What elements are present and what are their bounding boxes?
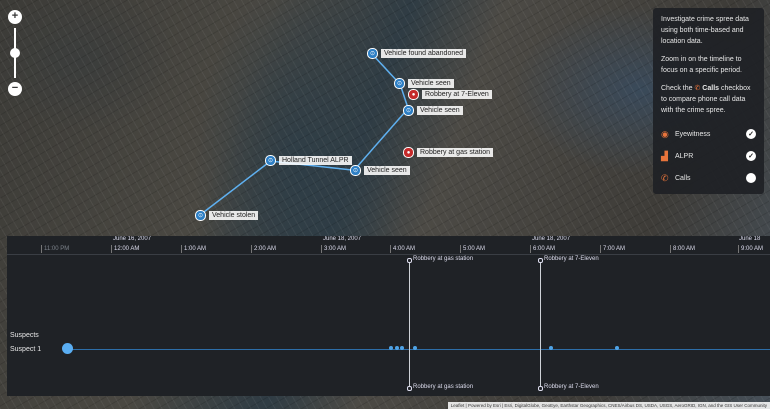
- event-label: Robbery at gas station: [406, 384, 473, 391]
- event-marker-line: [540, 259, 541, 387]
- filter-alpr[interactable]: ▟ ALPR ✓: [661, 145, 756, 167]
- marker-vehicle-found-abandoned[interactable]: ⊙ Vehicle found abandoned: [367, 48, 467, 59]
- timeline-tick: 5:00 AM: [460, 245, 485, 253]
- zoom-in-button[interactable]: +: [8, 10, 22, 24]
- alpr-checkbox[interactable]: ✓: [746, 151, 756, 161]
- timeline-tick: 4:00 AM: [390, 245, 415, 253]
- marker-label: Vehicle seen: [417, 106, 463, 115]
- timeline-date: June 18, 2007: [323, 236, 362, 242]
- timeline-event[interactable]: [395, 346, 399, 350]
- panel-check-hint: Check the ✆ Calls checkbox to compare ph…: [661, 85, 751, 114]
- zoom-slider-knob[interactable]: [10, 48, 20, 58]
- timeline-event[interactable]: [389, 346, 393, 350]
- panel-intro: Investigate crime spree data using both …: [661, 16, 749, 45]
- marker-label: Vehicle found abandoned: [381, 49, 467, 58]
- panel-zoom-hint: Zoom in on the timeline to focus on a sp…: [661, 56, 742, 74]
- calls-checkbox[interactable]: [746, 173, 756, 183]
- timeline-event[interactable]: [549, 346, 553, 350]
- marker-holland-tunnel[interactable]: ⊙ Holland Tunnel ALPR: [265, 155, 352, 166]
- lane-label[interactable]: Suspect 1: [10, 346, 41, 353]
- event-label: Robbery at gas station: [406, 256, 473, 263]
- marker-label: Robbery at gas station: [417, 148, 494, 157]
- location-pin-icon: ⊙: [350, 165, 361, 176]
- robbery-pin-icon: ●: [408, 89, 419, 100]
- timeline-date: June 16, 2007: [113, 236, 152, 242]
- event-marker-line: [409, 259, 410, 387]
- location-pin-icon: ⊙: [394, 78, 405, 89]
- timeline-event[interactable]: [413, 346, 417, 350]
- marker-robbery-7-eleven[interactable]: ● Robbery at 7-Eleven: [408, 89, 492, 100]
- marker-vehicle-seen[interactable]: ⊙ Vehicle seen: [394, 78, 454, 89]
- marker-vehicle-stolen[interactable]: ⊙ Vehicle stolen: [195, 210, 259, 221]
- timeline-lanes: Suspects Suspect 1 Robbery at gas statio…: [7, 254, 770, 396]
- timeline-tick: 1:00 AM: [181, 245, 206, 253]
- location-pin-icon: ⊙: [195, 210, 206, 221]
- robbery-pin-icon: ●: [403, 147, 414, 158]
- event-label: Robbery at 7-Eleven: [538, 384, 599, 391]
- marker-label: Vehicle seen: [408, 79, 454, 88]
- timeline-tick: 9:00 AM: [738, 245, 763, 253]
- timeline-date: June 18, 2007: [532, 236, 571, 242]
- timeline-event[interactable]: [615, 346, 619, 350]
- timeline-panel[interactable]: June 16, 2007 June 18, 2007 June 18, 200…: [7, 236, 770, 396]
- marker-label: Vehicle stolen: [209, 211, 259, 220]
- filter-label: ALPR: [675, 152, 694, 160]
- marker-vehicle-seen[interactable]: ⊙ Vehicle seen: [350, 165, 410, 176]
- map-zoom-control: + −: [8, 10, 22, 96]
- phone-icon: ✆: [661, 172, 669, 183]
- timeline-date: June 18: [739, 236, 761, 242]
- map-attribution: Leaflet | Powered by Esri | Esri, Digita…: [447, 402, 770, 409]
- timeline-tick: 2:00 AM: [251, 245, 276, 253]
- timeline-tick: 3:00 AM: [321, 245, 346, 253]
- zoom-slider[interactable]: [10, 28, 20, 78]
- info-panel: Investigate crime spree data using both …: [653, 8, 764, 194]
- timeline-event[interactable]: [400, 346, 404, 350]
- location-pin-icon: ⊙: [265, 155, 276, 166]
- route-segment: [355, 111, 406, 169]
- timeline-tick: 12:00 AM: [111, 245, 139, 253]
- eye-icon: ◉: [661, 128, 669, 139]
- event-label: Robbery at 7-Eleven: [538, 256, 599, 263]
- marker-label: Robbery at 7-Eleven: [422, 90, 492, 99]
- timeline-tick: 7:00 AM: [600, 245, 625, 253]
- timeline-event-cluster[interactable]: [62, 343, 73, 354]
- marker-label: Holland Tunnel ALPR: [279, 156, 352, 165]
- suspect-lane: [67, 349, 770, 350]
- eyewitness-checkbox[interactable]: ✓: [746, 129, 756, 139]
- location-pin-icon: ⊙: [367, 48, 378, 59]
- timeline-tick: 11:00 PM: [41, 245, 69, 253]
- route-segment: [199, 162, 269, 216]
- filter-label: Calls: [675, 174, 691, 182]
- marker-vehicle-seen[interactable]: ⊙ Vehicle seen: [403, 105, 463, 116]
- filter-calls[interactable]: ✆ Calls: [661, 167, 756, 189]
- zoom-out-button[interactable]: −: [8, 82, 22, 96]
- location-pin-icon: ⊙: [403, 105, 414, 116]
- group-label: Suspects: [10, 332, 39, 339]
- car-icon: ▟: [661, 150, 668, 161]
- timeline-axis[interactable]: June 16, 2007 June 18, 2007 June 18, 200…: [7, 236, 770, 255]
- filter-eyewitness[interactable]: ◉ Eyewitness ✓: [661, 123, 756, 145]
- marker-label: Vehicle seen: [364, 166, 410, 175]
- timeline-tick: 8:00 AM: [670, 245, 695, 253]
- timeline-tick: 6:00 AM: [530, 245, 555, 253]
- filter-label: Eyewitness: [675, 130, 711, 138]
- marker-robbery-gas-station[interactable]: ● Robbery at gas station: [403, 147, 494, 158]
